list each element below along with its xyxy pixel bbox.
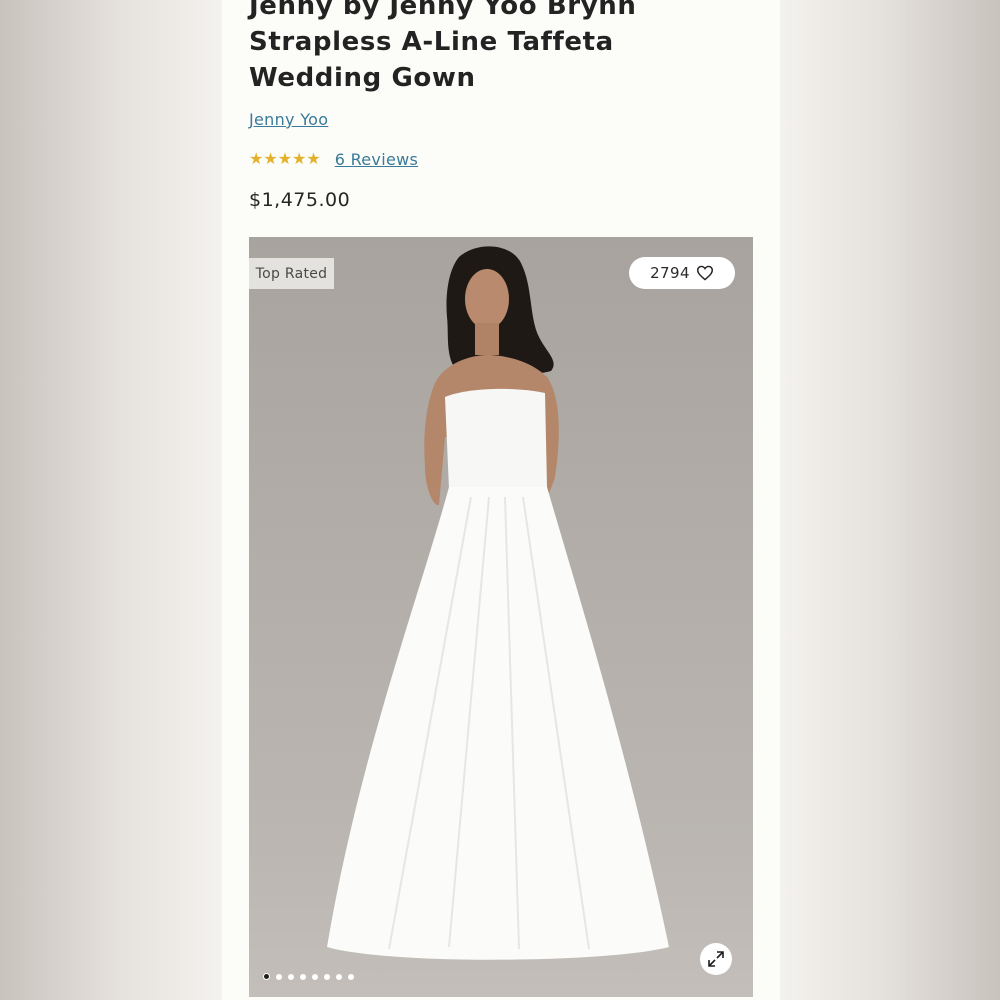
carousel-dot[interactable] [276, 973, 282, 980]
product-price: $1,475.00 [249, 189, 351, 211]
carousel-dots [263, 973, 354, 980]
carousel-dot[interactable] [312, 973, 318, 980]
reviews-link[interactable]: 6 Reviews [335, 150, 418, 169]
carousel-dot[interactable] [263, 973, 270, 980]
rating-stars: ★★★★★ [249, 149, 321, 168]
carousel-dot[interactable] [324, 973, 330, 980]
carousel-dot[interactable] [336, 973, 342, 980]
product-title: Jenny by Jenny Yoo Brynn Strapless A-Lin… [249, 0, 637, 93]
carousel-dot[interactable] [348, 973, 354, 980]
blurred-background-right [778, 0, 1000, 1000]
carousel-dot[interactable] [288, 973, 294, 980]
heart-outline-icon [696, 265, 713, 281]
product-panel: Jenny by Jenny Yoo Brynn Strapless A-Lin… [222, 0, 780, 1000]
expand-image-button[interactable] [700, 943, 732, 975]
carousel-dot[interactable] [300, 973, 306, 980]
rating-row: ★★★★★ 6 Reviews [249, 148, 418, 170]
favorites-count: 2794 [650, 264, 690, 282]
expand-arrows-icon [708, 951, 724, 967]
brand-link[interactable]: Jenny Yoo [249, 110, 328, 129]
product-image-gallery[interactable]: Top Rated 2794 [249, 237, 753, 997]
top-rated-badge: Top Rated [249, 258, 334, 289]
favorite-button[interactable]: 2794 [629, 257, 735, 289]
blurred-background-left [0, 0, 222, 1000]
product-photo [327, 246, 669, 960]
